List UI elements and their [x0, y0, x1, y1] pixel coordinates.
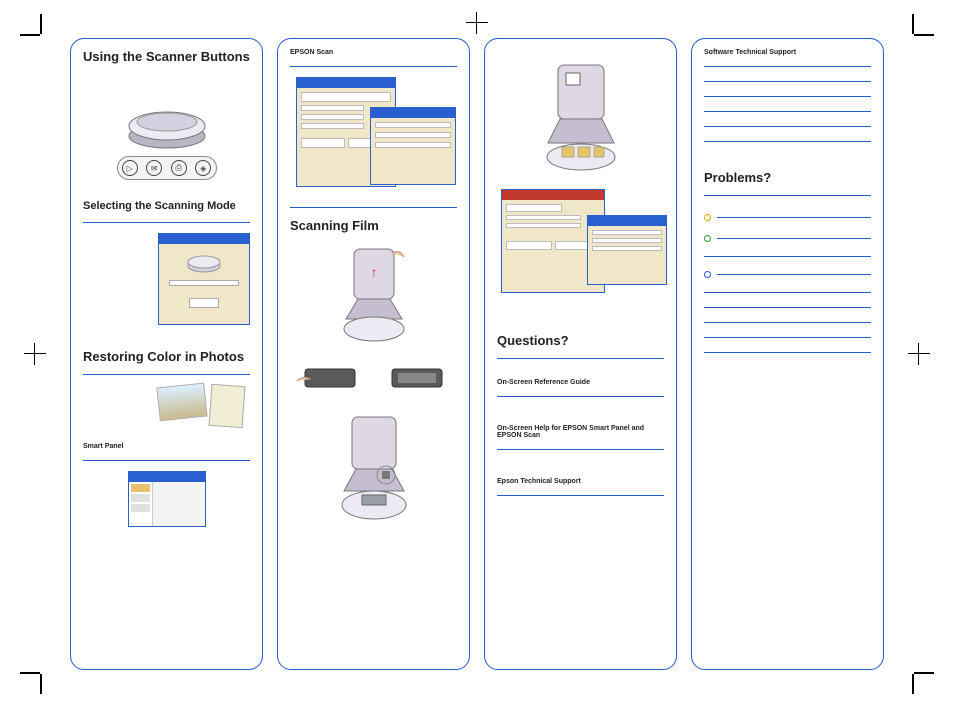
sample-photo-icon [156, 383, 207, 422]
scanner-loading-film-icon [334, 415, 414, 525]
divider [83, 460, 250, 461]
divider [704, 66, 871, 67]
heading-software-technical-support: Software Technical Support [704, 49, 871, 56]
scanner-buttons-bar: ▷ ✉ ⎙ ◈ [117, 156, 217, 180]
blank-line [717, 217, 871, 218]
panel-epson-scan-and-film: EPSON Scan [277, 38, 470, 670]
registration-mark-top [466, 12, 488, 34]
blank-line [704, 126, 871, 127]
divider [290, 207, 457, 208]
registration-mark-right [908, 343, 930, 365]
crop-mark-top-left [20, 14, 46, 40]
bullet-blue-icon [704, 271, 711, 278]
svg-text:↑: ↑ [370, 264, 377, 280]
blank-line [704, 111, 871, 112]
screenshot-epson-scan-settings [370, 107, 456, 185]
heading-epson-scan: EPSON Scan [290, 49, 457, 56]
panel-using-scanner-buttons: Using the Scanner Buttons ▷ ✉ ⎙ ◈ Select… [70, 38, 263, 670]
divider [497, 449, 664, 450]
divider [497, 358, 664, 359]
film-holder-right-icon [382, 361, 452, 395]
screenshot-color-restore-adjust [587, 215, 667, 285]
blank-line [704, 96, 871, 97]
heading-using-scanner-buttons: Using the Scanner Buttons [83, 49, 250, 64]
blank-line [717, 238, 871, 239]
panel-problems: Software Technical Support Problems? [691, 38, 884, 670]
blank-line [704, 141, 871, 142]
heading-selecting-scanning-mode: Selecting the Scanning Mode [83, 200, 250, 212]
scanner-diagram-icon [122, 92, 212, 152]
blank-line [704, 352, 871, 353]
heading-scanning-film: Scanning Film [290, 218, 457, 233]
heading-questions: Questions? [497, 333, 664, 348]
scanner-with-photos-icon [536, 63, 626, 173]
blank-line [704, 322, 871, 323]
scanner-open-diagram-icon: ↑ [334, 247, 414, 347]
film-holder-left-icon [295, 361, 365, 395]
divider [704, 195, 871, 196]
heading-restoring-color: Restoring Color in Photos [83, 349, 250, 364]
panel-questions: Questions? On-Screen Reference Guide On-… [484, 38, 677, 670]
scanner-button-start-icon: ▷ [122, 160, 138, 176]
divider [83, 222, 250, 223]
heading-problems: Problems? [704, 170, 871, 185]
blank-line [704, 307, 871, 308]
blank-line [704, 256, 871, 257]
screenshot-scan-mode-dialog [158, 233, 250, 325]
problem-item-3 [704, 271, 871, 278]
divider [290, 66, 457, 67]
label-tech-support: Epson Technical Support [497, 478, 664, 485]
document-panels: Using the Scanner Buttons ▷ ✉ ⎙ ◈ Select… [70, 38, 884, 670]
bullet-yellow-icon [704, 214, 711, 221]
blank-line [704, 337, 871, 338]
divider [497, 396, 664, 397]
problem-item-1 [704, 214, 871, 221]
screenshot-smart-panel [128, 471, 206, 527]
sample-document-icon [209, 384, 246, 428]
blank-line [717, 274, 871, 275]
heading-smart-panel: Smart Panel [83, 443, 250, 450]
scanner-button-mail-icon: ✉ [146, 160, 162, 176]
crop-mark-top-right [908, 14, 934, 40]
scanner-button-scan-icon: ◈ [195, 160, 211, 176]
divider [83, 374, 250, 375]
crop-mark-bottom-left [20, 668, 46, 694]
divider [497, 495, 664, 496]
label-reference-guide: On-Screen Reference Guide [497, 379, 664, 386]
problem-item-2 [704, 235, 871, 242]
label-onscreen-help: On-Screen Help for EPSON Smart Panel and… [497, 425, 664, 439]
blank-line [704, 81, 871, 82]
registration-mark-left [24, 343, 46, 365]
blank-line [704, 292, 871, 293]
bullet-green-icon [704, 235, 711, 242]
crop-mark-bottom-right [908, 668, 934, 694]
scanner-button-print-icon: ⎙ [171, 160, 187, 176]
